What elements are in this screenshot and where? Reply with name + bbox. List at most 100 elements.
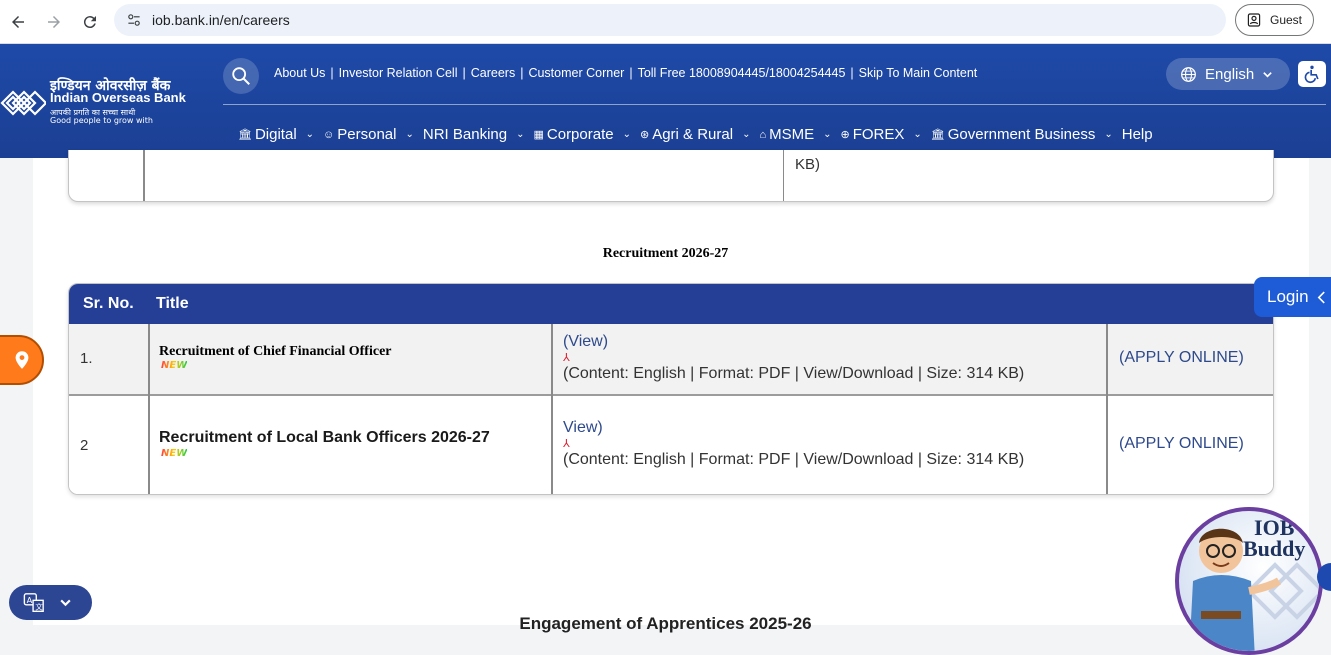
top-link-careers[interactable]: Careers — [471, 66, 515, 80]
svg-text:A: A — [27, 595, 33, 605]
chevron-down-icon: ⌄ — [1104, 129, 1113, 140]
row-sr-no: 1. — [80, 350, 93, 367]
table-row: 1. Recruitment of Chief Financial Office… — [69, 324, 1273, 394]
table-header: Sr. No. Title — [69, 284, 1273, 324]
site-settings-icon[interactable] — [124, 10, 144, 30]
row-sr-no: 2 — [80, 437, 89, 454]
pdf-icon[interactable]: ⅄ — [563, 437, 570, 450]
nav-item-label: Personal — [337, 126, 397, 143]
nav-item-help[interactable]: Help — [1122, 126, 1153, 143]
chevron-down-icon: ⌄ — [913, 129, 922, 140]
section-title: Recruitment 2026-27 — [602, 246, 729, 261]
back-icon[interactable] — [6, 10, 30, 34]
nav-item-label: Corporate — [546, 126, 614, 143]
logo-english-name: Indian Overseas Bank — [50, 90, 186, 105]
previous-table-text: KB) — [795, 156, 821, 173]
profile-label: Guest — [1270, 13, 1303, 27]
nav-item-label: Help — [1121, 126, 1153, 143]
search-button[interactable] — [223, 58, 259, 94]
translate-icon: A文 — [23, 592, 44, 612]
apply-online-link[interactable]: (APPLY ONLINE) — [1119, 349, 1244, 367]
view-link[interactable]: (View) — [563, 333, 608, 351]
nav-item-label: Government Business — [947, 126, 1096, 143]
chevron-down-icon: ⌄ — [742, 129, 751, 140]
nav-item-corporate[interactable]: ▦ Corporate ⌄ — [533, 126, 631, 143]
top-link-about[interactable]: About Us — [274, 66, 325, 80]
globe-icon: ⊕ — [840, 129, 850, 141]
chevron-left-icon — [1317, 291, 1325, 303]
chevron-down-icon — [1263, 71, 1272, 78]
bank-icon: 🏛 — [238, 129, 252, 141]
header-divider — [223, 104, 1326, 105]
nav-item-government-business[interactable]: 🏛 Government Business ⌄ — [931, 126, 1113, 143]
chevron-down-icon: ⌄ — [823, 129, 832, 140]
bank-logo[interactable]: इण्डियन ओवरसीज़ बैंक Indian Overseas Ban… — [0, 74, 210, 128]
person-icon: ☺ — [323, 128, 335, 141]
reload-icon[interactable] — [78, 10, 102, 34]
top-link-customer-corner[interactable]: Customer Corner — [528, 66, 624, 80]
location-pin-icon — [15, 351, 29, 369]
site-header: इण्डियन ओवरसीज़ बैंक Indian Overseas Ban… — [0, 44, 1331, 158]
new-badge: NEW — [161, 448, 188, 459]
login-label: Login — [1267, 287, 1309, 306]
language-selector[interactable]: English — [1166, 58, 1290, 90]
leaf-icon: ⊛ — [639, 129, 650, 141]
nav-item-personal[interactable]: ☺ Personal ⌄ — [323, 126, 414, 143]
row-title: Recruitment of Local Bank Officers 2026-… — [159, 429, 490, 446]
top-links: About Us | Investor Relation Cell | Career… — [274, 66, 978, 80]
building-icon: ▦ — [533, 129, 544, 141]
recruitment-table: Sr. No. Title 1. Recruitment of Chief Fi… — [68, 283, 1274, 495]
nav-item-nri-banking[interactable]: NRI Banking ⌄ — [423, 126, 525, 143]
nav-item-label: Agri & Rural — [652, 126, 734, 143]
table-row: 2 Recruitment of Local Bank Officers 202… — [69, 394, 1273, 494]
language-label: English — [1205, 65, 1255, 83]
column-title: Title — [156, 295, 189, 312]
next-section-title: Engagement of Apprentices 2025-26 — [519, 614, 812, 633]
chevron-down-icon: ⌄ — [405, 129, 414, 140]
new-badge: NEW — [161, 360, 188, 371]
address-bar[interactable]: iob.bank.in/en/careers — [114, 4, 1226, 36]
nav-item-msme[interactable]: ⌂ MSME ⌄ — [759, 126, 831, 143]
apply-online-link[interactable]: (APPLY ONLINE) — [1119, 435, 1244, 453]
document-info: (Content: English | Format: PDF | View/D… — [563, 365, 1025, 382]
chevron-down-icon — [60, 599, 71, 607]
profile-button[interactable]: Guest — [1235, 4, 1314, 36]
chevron-down-icon: ⌄ — [516, 129, 525, 140]
govt-icon: 🏛 — [930, 129, 945, 141]
shop-icon: ⌂ — [759, 128, 767, 141]
globe-icon — [1181, 66, 1196, 82]
chevron-down-icon: ⌄ — [305, 129, 315, 140]
nav-item-agri-rural[interactable]: ⊛ Agri & Rural ⌄ — [640, 126, 750, 143]
top-link-skip-content[interactable]: Skip To Main Content — [859, 66, 978, 80]
logo-tagline: Good people to grow with — [50, 116, 153, 125]
previous-table: KB) — [68, 150, 1274, 202]
column-sr-no: Sr. No. — [83, 295, 134, 312]
search-icon — [232, 67, 250, 85]
nav-item-forex[interactable]: ⊕ FOREX ⌄ — [841, 126, 922, 143]
nav-item-label: NRI Banking — [422, 126, 508, 143]
top-link-investor[interactable]: Investor Relation Cell — [339, 66, 458, 80]
chevron-down-icon: ⌄ — [622, 129, 631, 140]
translate-button[interactable]: A文 — [9, 585, 92, 620]
nav-item-label: FOREX — [852, 126, 905, 143]
buddy-label: IOB Buddy — [1243, 515, 1306, 561]
view-link[interactable]: View) — [563, 419, 603, 437]
browser-toolbar: iob.bank.in/en/careers Guest — [0, 0, 1331, 44]
accessibility-button[interactable] — [1298, 61, 1326, 87]
top-link-toll-free[interactable]: Toll Free 18008904445/18004254445 — [638, 66, 846, 80]
main-navigation: 🏛 Digital ⌄ ☺ Personal ⌄ NRI Banking ⌄ ▦ Corporat… — [238, 126, 1162, 143]
profile-icon — [1247, 13, 1261, 27]
nav-item-digital[interactable]: 🏛 Digital ⌄ — [238, 126, 314, 143]
nav-item-label: MSME — [769, 126, 815, 143]
pdf-icon[interactable]: ⅄ — [563, 351, 570, 364]
nav-item-label: Digital — [254, 126, 297, 143]
iob-buddy-chatbot[interactable]: IOB Buddy — [1175, 507, 1323, 655]
login-button[interactable]: Login — [1254, 277, 1331, 317]
document-info: (Content: English | Format: PDF | View/D… — [563, 451, 1025, 468]
forward-icon[interactable] — [42, 10, 66, 34]
svg-text:文: 文 — [35, 602, 43, 611]
wheelchair-icon — [1304, 65, 1319, 84]
row-title: Recruitment of Chief Financial Officer — [159, 344, 392, 359]
url-text: iob.bank.in/en/careers — [152, 12, 290, 28]
iob-logo-icon — [0, 90, 46, 116]
